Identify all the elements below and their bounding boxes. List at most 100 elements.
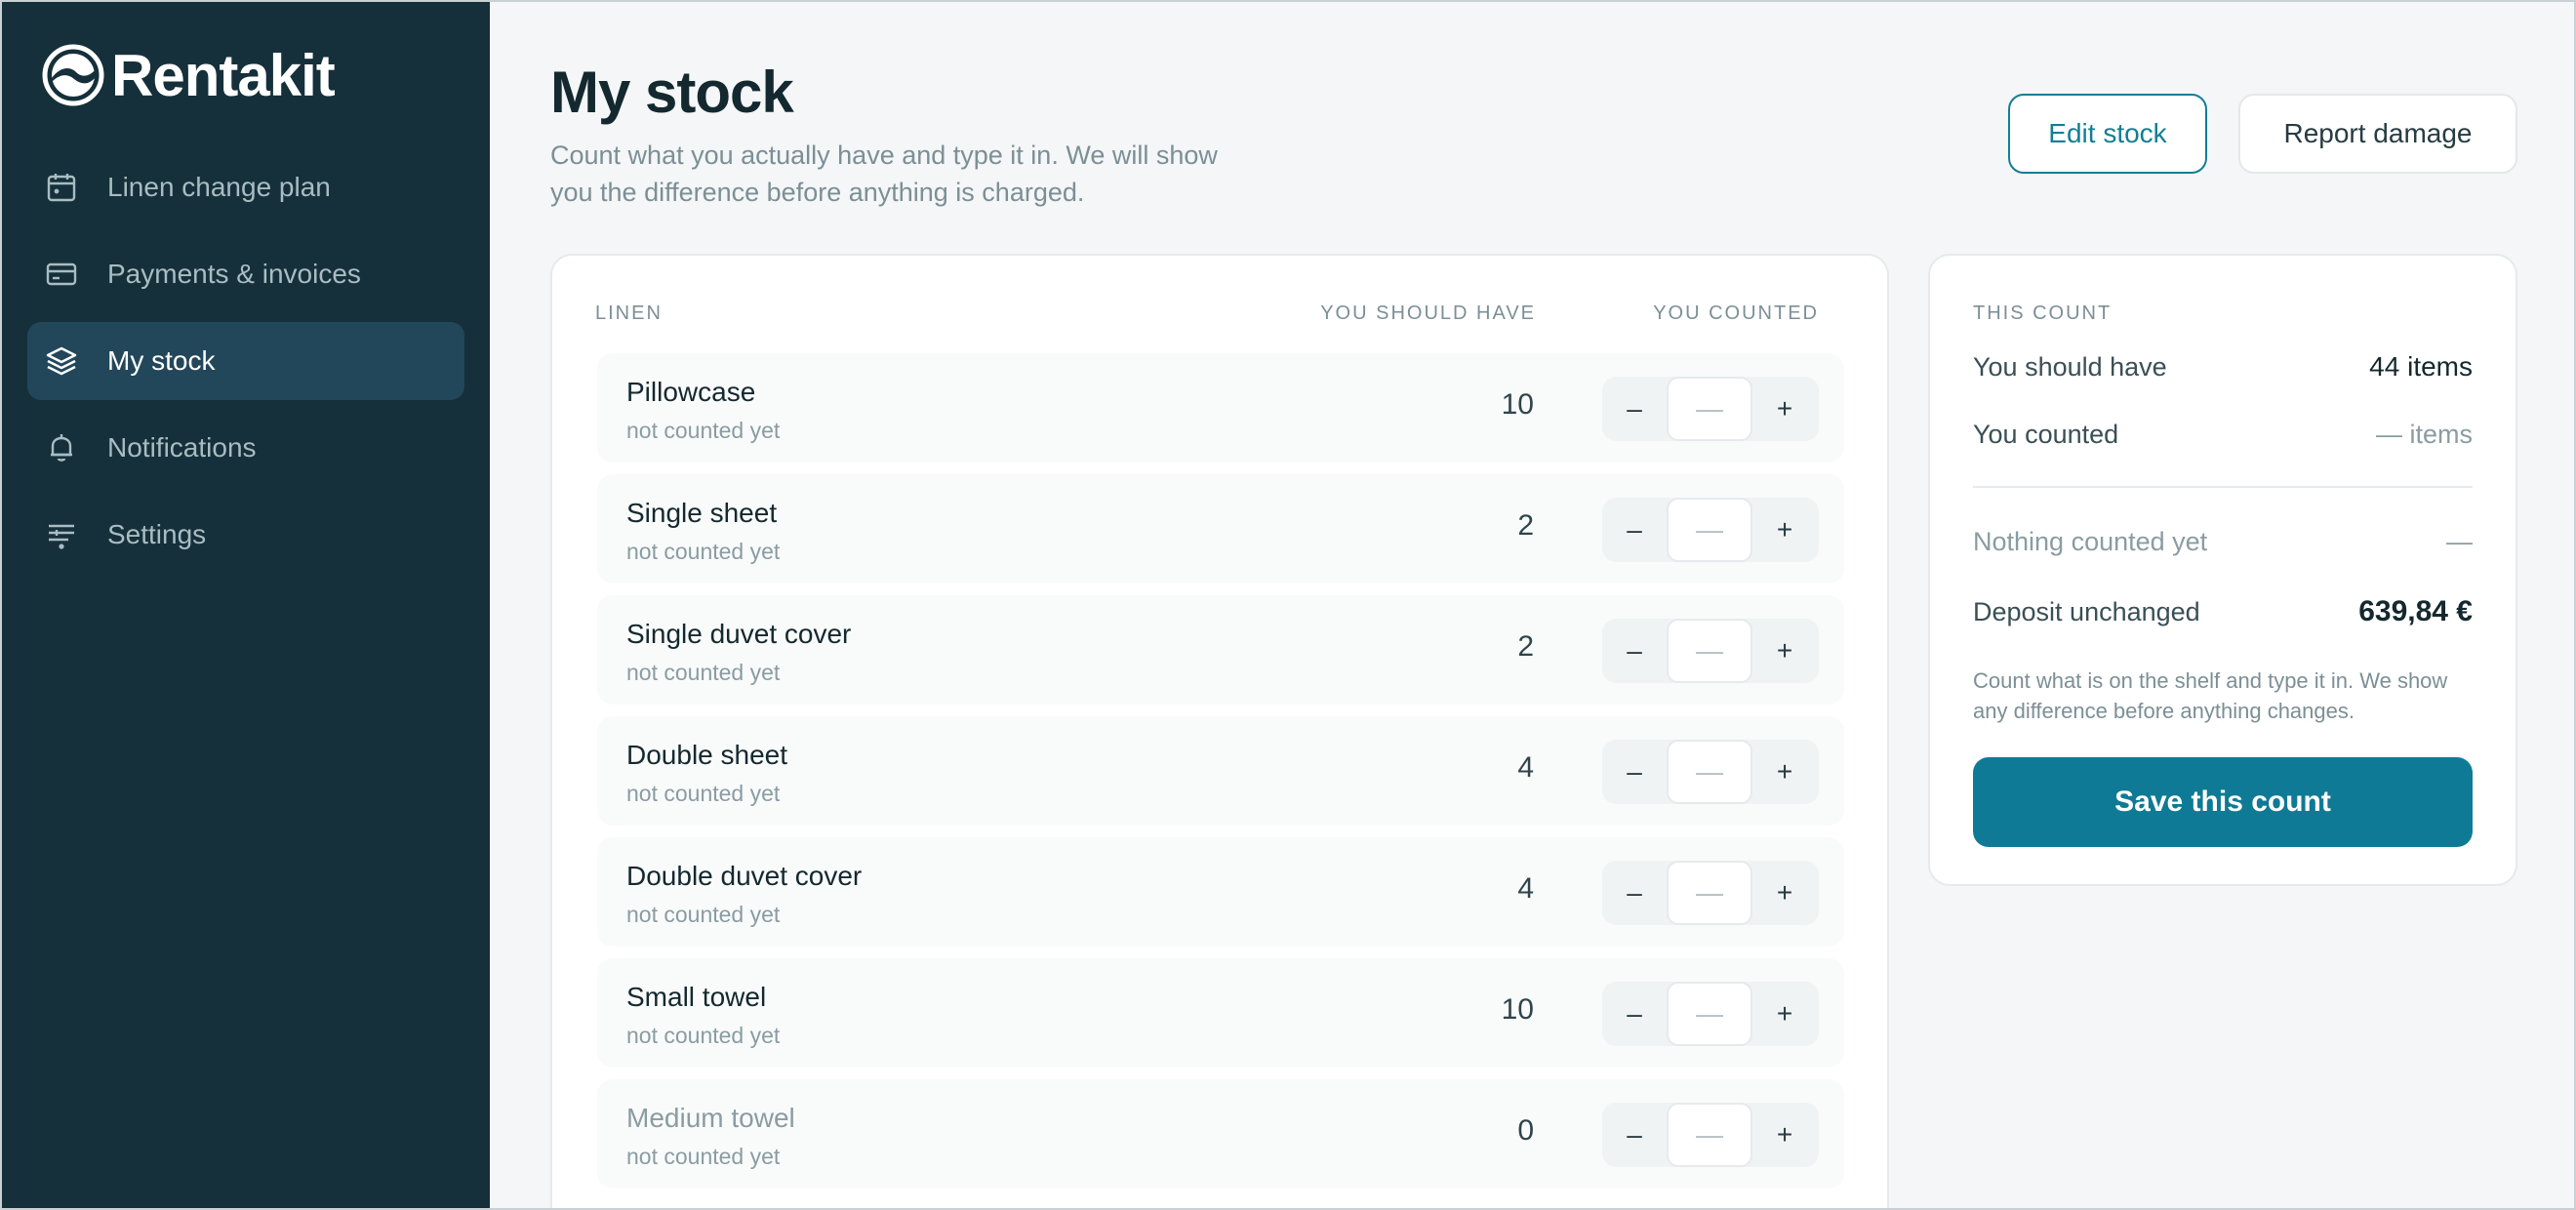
summary-deposit-row: Deposit unchanged 639,84 € <box>1973 595 2473 628</box>
counted-input[interactable]: — <box>1667 498 1752 562</box>
credit-card-icon <box>45 258 78 291</box>
count-summary-card: THIS COUNT You should have 44 items You … <box>1928 254 2517 886</box>
sidebar-item-label: Linen change plan <box>107 172 331 202</box>
quantity-stepper: – — + <box>1602 861 1819 925</box>
table-row: Single sheet not counted yet 2 – — + <box>597 474 1844 584</box>
sidebar-item-linen-change-plan[interactable]: Linen change plan <box>27 148 464 226</box>
decrement-button[interactable]: – <box>1602 861 1667 925</box>
increment-button[interactable]: + <box>1752 619 1817 683</box>
should-have-value: 4 <box>1517 751 1534 784</box>
increment-button[interactable]: + <box>1752 498 1817 562</box>
decrement-button[interactable]: – <box>1602 982 1667 1046</box>
save-count-button[interactable]: Save this count <box>1973 757 2473 847</box>
quantity-stepper: – — + <box>1602 1103 1819 1167</box>
counted-input[interactable]: — <box>1667 377 1752 441</box>
should-have-value: 0 <box>1517 1114 1534 1147</box>
should-have-value: 2 <box>1517 509 1534 542</box>
linen-name: Single sheet <box>626 498 778 528</box>
decrement-button[interactable]: – <box>1602 1103 1667 1167</box>
should-have-value: 4 <box>1517 872 1534 905</box>
quantity-stepper: – — + <box>1602 498 1819 562</box>
increment-button[interactable]: + <box>1752 861 1817 925</box>
app-window: Rentakit Linen change plan Payments & in… <box>0 0 2576 1210</box>
table-row: Medium towel not counted yet 0 – — + <box>597 1079 1844 1189</box>
quantity-stepper: – — + <box>1602 982 1819 1046</box>
edit-stock-button[interactable]: Edit stock <box>2008 94 2207 174</box>
should-have-value: 10 <box>1501 388 1534 421</box>
increment-button[interactable]: + <box>1752 982 1817 1046</box>
sidebar-item-label: Notifications <box>107 432 257 463</box>
page-title: My stock <box>550 60 794 125</box>
summary-counted-row: You counted — items <box>1973 420 2473 450</box>
summary-deposit-value: 639,84 € <box>2358 595 2473 627</box>
summary-heading: THIS COUNT <box>1973 302 2113 324</box>
count-status: not counted yet <box>626 902 781 927</box>
summary-diff-row: Nothing counted yet — <box>1973 527 2473 557</box>
rentakit-logo-icon <box>42 44 104 106</box>
increment-button[interactable]: + <box>1752 377 1817 441</box>
summary-diff-label: Nothing counted yet <box>1973 527 2208 556</box>
sidebar-item-notifications[interactable]: Notifications <box>27 409 464 487</box>
sidebar-item-my-stock[interactable]: My stock <box>27 322 464 400</box>
report-damage-button[interactable]: Report damage <box>2238 94 2517 174</box>
summary-note: Count what is on the shelf and type it i… <box>1973 668 2448 723</box>
brand-name: Rentakit <box>111 42 336 108</box>
counted-input[interactable]: — <box>1667 861 1752 925</box>
count-status: not counted yet <box>626 539 781 564</box>
layers-icon <box>45 344 78 378</box>
linen-name: Small towel <box>626 982 767 1012</box>
column-header-counted: YOU COUNTED <box>1653 302 1819 324</box>
bell-icon <box>45 431 78 464</box>
summary-divider <box>1973 486 2473 488</box>
quantity-stepper: – — + <box>1602 740 1819 804</box>
quantity-stepper: – — + <box>1602 377 1819 441</box>
increment-button[interactable]: + <box>1752 1103 1817 1167</box>
increment-button[interactable]: + <box>1752 740 1817 804</box>
linen-name: Double sheet <box>626 740 788 770</box>
main-content: My stock Count what you actually have an… <box>490 2 2574 1208</box>
counted-input[interactable]: — <box>1667 1103 1752 1167</box>
counted-input[interactable]: — <box>1667 982 1752 1046</box>
linen-name: Medium towel <box>626 1103 795 1133</box>
sidebar-item-settings[interactable]: Settings <box>27 496 464 574</box>
should-have-value: 2 <box>1517 630 1534 663</box>
linen-name: Double duvet cover <box>626 861 863 891</box>
linen-name: Single duvet cover <box>626 619 852 649</box>
count-status: not counted yet <box>626 1023 781 1048</box>
table-row: Double duvet cover not counted yet 4 – —… <box>597 837 1844 947</box>
count-status: not counted yet <box>626 1144 781 1169</box>
column-header-linen: LINEN <box>595 302 663 324</box>
brand[interactable]: Rentakit <box>2 41 490 109</box>
table-row: Double sheet not counted yet 4 – — + <box>597 716 1844 826</box>
summary-should-label: You should have <box>1973 351 2167 382</box>
linen-table-card: LINEN YOU SHOULD HAVE YOU COUNTED Pillow… <box>550 254 1889 1208</box>
decrement-button[interactable]: – <box>1602 498 1667 562</box>
should-have-value: 10 <box>1501 993 1534 1026</box>
table-row: Small towel not counted yet 10 – — + <box>597 958 1844 1068</box>
summary-should-value: 44 items <box>2369 351 2473 382</box>
column-header-should-have: YOU SHOULD HAVE <box>1320 302 1536 324</box>
decrement-button[interactable]: – <box>1602 740 1667 804</box>
sidebar-item-payments-invoices[interactable]: Payments & invoices <box>27 235 464 313</box>
table-row: Pillowcase not counted yet 10 – — + <box>597 353 1844 463</box>
decrement-button[interactable]: – <box>1602 619 1667 683</box>
sidebar: Rentakit Linen change plan Payments & in… <box>2 2 490 1208</box>
table-row: Single duvet cover not counted yet 2 – —… <box>597 595 1844 705</box>
summary-deposit-label: Deposit unchanged <box>1973 596 2200 626</box>
calendar-icon <box>45 171 78 204</box>
sidebar-nav: Linen change plan Payments & invoices My… <box>2 148 490 574</box>
sidebar-item-label: Settings <box>107 519 207 549</box>
sliders-icon <box>45 518 78 551</box>
summary-counted-value: — items <box>2375 420 2473 449</box>
summary-counted-label: You counted <box>1973 420 2119 449</box>
decrement-button[interactable]: – <box>1602 377 1667 441</box>
page-subtitle: Count what you actually have and type it… <box>550 141 1218 207</box>
count-status: not counted yet <box>626 418 781 443</box>
summary-should-row: You should have 44 items <box>1973 351 2473 383</box>
count-status: not counted yet <box>626 660 781 685</box>
summary-diff-value: — <box>2446 527 2473 556</box>
linen-name: Pillowcase <box>626 377 756 407</box>
counted-input[interactable]: — <box>1667 619 1752 683</box>
counted-input[interactable]: — <box>1667 740 1752 804</box>
count-status: not counted yet <box>626 781 781 806</box>
